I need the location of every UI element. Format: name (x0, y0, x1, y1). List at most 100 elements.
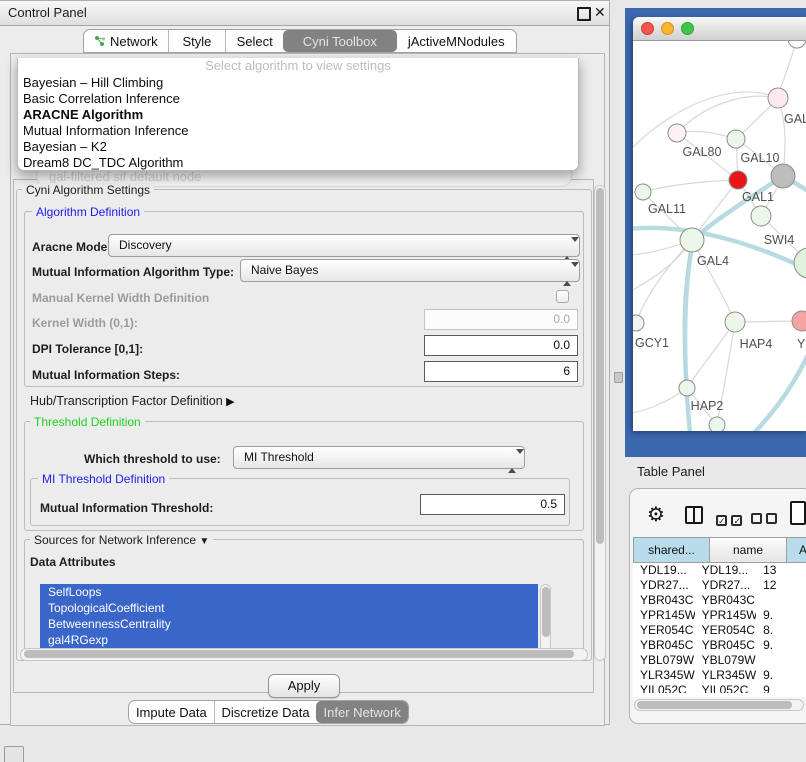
settings-hscrollbar[interactable] (20, 648, 588, 661)
dpi-tolerance-label: DPI Tolerance [0,1]: (32, 342, 143, 356)
kernel-width-field[interactable]: 0.0 (424, 309, 578, 330)
table-cell: YER054C (633, 623, 695, 638)
algorithm-option[interactable]: Bayesian – Hill Climbing (18, 75, 578, 91)
algorithm-option[interactable]: Bayesian – K2 (18, 139, 578, 155)
network-node[interactable] (771, 164, 795, 188)
settings-vscrollbar[interactable] (594, 185, 606, 661)
network-edge (677, 96, 778, 133)
kernel-width-label: Kernel Width (0,1): (32, 316, 138, 330)
columns-icon[interactable] (685, 506, 703, 524)
algorithm-option[interactable]: Dream8 DC_TDC Algorithm (18, 155, 578, 171)
attributes-vscrollbar[interactable] (540, 584, 551, 656)
mi-steps-label: Mutual Information Steps: (32, 368, 180, 382)
column-header[interactable]: A (787, 537, 806, 563)
network-node-label: GAL80 (683, 145, 722, 159)
threshold-definition-title: Threshold Definition (30, 415, 145, 429)
tab-network[interactable]: Network (84, 30, 168, 52)
table-row[interactable]: YER054CYER054C8. (633, 623, 806, 638)
network-node-label: Y (797, 337, 806, 351)
network-node[interactable] (633, 315, 644, 331)
hide-columns-icon[interactable] (751, 511, 777, 529)
tab-select[interactable]: Select (225, 30, 283, 52)
table-header: shared...nameA (633, 537, 806, 563)
network-node-label: GAL10 (741, 151, 780, 165)
tab-impute-data-label: Impute Data (136, 705, 207, 720)
network-node[interactable] (727, 130, 745, 148)
mi-threshold-field[interactable]: 0.5 (420, 494, 565, 515)
tab-impute-data[interactable]: Impute Data (129, 701, 214, 723)
hub-section-expander[interactable]: Hub/Transcription Factor Definition ▶ (30, 394, 235, 408)
network-node-label: GCY1 (635, 336, 669, 350)
network-node[interactable] (709, 417, 725, 431)
apply-button[interactable]: Apply (268, 674, 340, 698)
table-row[interactable]: YBR043CYBR043C (633, 593, 806, 608)
tab-jactivemnodules[interactable]: jActiveMNodules (397, 30, 516, 52)
network-node[interactable] (792, 311, 806, 331)
tab-cyni-toolbox[interactable]: Cyni Toolbox (283, 30, 396, 52)
tab-infer-network[interactable]: Infer Network (316, 701, 408, 723)
network-node[interactable] (788, 41, 806, 48)
minimized-panel-icon[interactable] (4, 746, 24, 762)
table-row[interactable]: YBR045CYBR045C9. (633, 638, 806, 653)
column-header[interactable]: name (710, 537, 787, 563)
table-row[interactable]: YDR27...YDR27...12 (633, 578, 806, 593)
table-hscrollbar[interactable] (634, 699, 804, 711)
close-icon[interactable]: ✕ (594, 4, 606, 21)
table-row[interactable]: YBL079WYBL079W (633, 653, 806, 668)
tab-style[interactable]: Style (168, 30, 226, 52)
close-traffic-light[interactable] (641, 22, 654, 35)
table-cell: YDL19... (633, 563, 695, 578)
table-row[interactable]: YLR345WYLR345W9. (633, 668, 806, 683)
settings-hscrollbar-thumb[interactable] (24, 650, 574, 658)
table-cell: YDR27... (633, 578, 695, 593)
mi-type-value: Naive Bayes (251, 263, 318, 277)
algorithm-option[interactable]: Basic Correlation Inference (18, 91, 578, 107)
attribute-list-item[interactable]: gal4RGexp (40, 632, 538, 648)
attribute-list-item[interactable]: TopologicalCoefficient (40, 600, 538, 616)
algorithm-option[interactable]: Mutual Information Inference (18, 123, 578, 139)
table-cell: 9. (756, 638, 806, 653)
attribute-list-item[interactable]: SelfLoops (40, 584, 538, 600)
attribute-list-item[interactable]: BetweennessCentrality (40, 616, 538, 632)
network-node[interactable] (679, 380, 695, 396)
network-node[interactable] (768, 88, 788, 108)
table-row[interactable]: YIL052CYIL052C9 (633, 683, 806, 693)
attributes-vscrollbar-thumb[interactable] (542, 587, 550, 637)
export-table-icon[interactable] (790, 501, 806, 525)
network-window-titlebar[interactable] (633, 17, 806, 41)
table-row[interactable]: YDL19...YDL19...13 (633, 563, 806, 578)
zoom-traffic-light[interactable] (681, 22, 694, 35)
mi-type-combo[interactable]: Naive Bayes (240, 259, 580, 282)
aracne-mode-combo[interactable]: Discovery (108, 234, 580, 257)
table-row[interactable]: YPR145WYPR145W9. (633, 608, 806, 623)
network-node[interactable] (635, 184, 651, 200)
network-node[interactable] (794, 248, 806, 278)
network-canvas[interactable]: GALGAL80GAL10GAL1GAL11SWI4GAL4GCY1HAP4YH… (633, 41, 806, 431)
gear-icon[interactable]: ⚙ (647, 502, 665, 527)
minimize-traffic-light[interactable] (661, 22, 674, 35)
algorithm-option[interactable]: ARACNE Algorithm (18, 107, 578, 123)
network-edge (687, 322, 735, 388)
network-node[interactable] (680, 228, 704, 252)
restore-icon[interactable] (577, 7, 591, 21)
which-threshold-combo[interactable]: MI Threshold (233, 446, 525, 469)
network-edge (643, 180, 738, 192)
network-node[interactable] (729, 171, 747, 189)
tab-discretize-data[interactable]: Discretize Data (214, 701, 317, 723)
table-body: YDL19...YDL19...13YDR27...YDR27...12YBR0… (633, 563, 806, 693)
manual-kernel-checkbox[interactable] (556, 290, 569, 303)
panel-divider-handle[interactable] (614, 372, 623, 383)
mi-steps-field[interactable]: 6 (424, 361, 578, 382)
algorithm-definition-title: Algorithm Definition (32, 205, 144, 219)
data-attributes-list[interactable]: SelfLoopsTopologicalCoefficientBetweenne… (40, 584, 538, 656)
settings-vscrollbar-thumb[interactable] (596, 188, 604, 544)
dpi-tolerance-field[interactable]: 0.0 (424, 335, 578, 356)
show-selected-columns-icon[interactable]: ✓ ✓ (716, 511, 742, 529)
network-node[interactable] (668, 124, 686, 142)
network-node[interactable] (725, 312, 745, 332)
sources-group-title[interactable]: Sources for Network Inference ▼ (30, 533, 213, 547)
network-node[interactable] (751, 206, 771, 226)
table-cell: YBR045C (695, 638, 757, 653)
table-hscrollbar-thumb[interactable] (637, 701, 792, 709)
column-header[interactable]: shared... (633, 537, 710, 563)
